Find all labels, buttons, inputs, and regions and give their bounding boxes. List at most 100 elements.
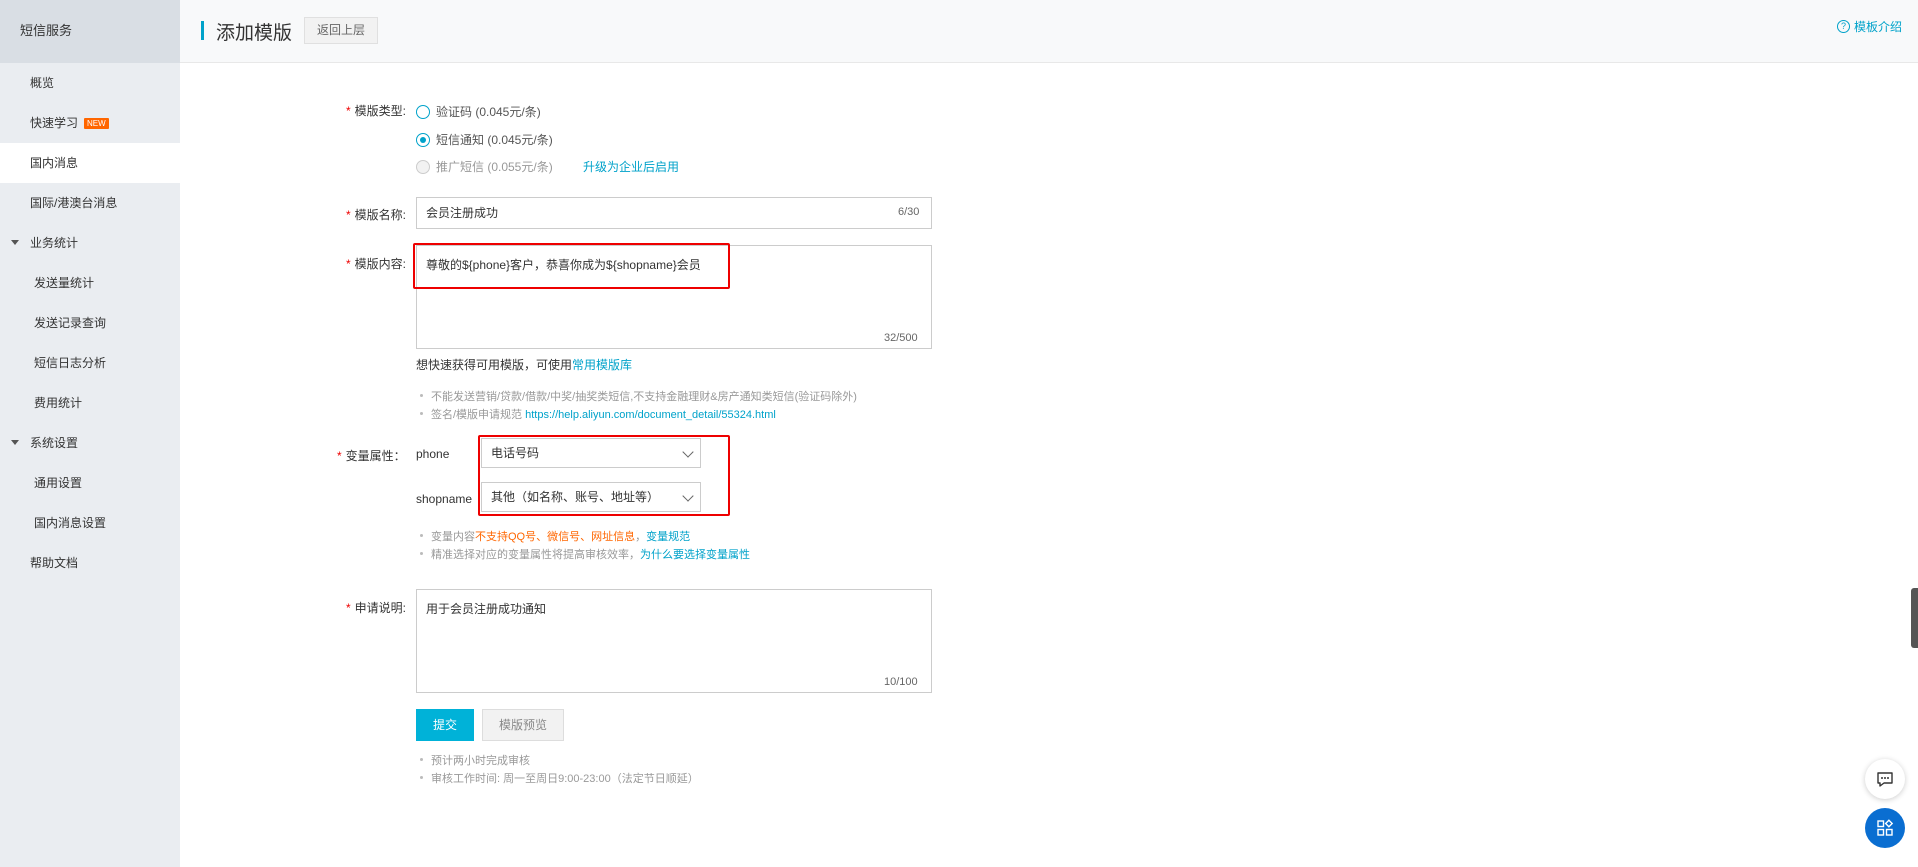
template-content-counter: 32/500 — [884, 332, 918, 344]
sidebar-item-domestic-messages[interactable]: 国内消息 — [0, 143, 180, 183]
template-intro-link[interactable]: ? 模板介绍 — [1836, 18, 1902, 35]
chat-button[interactable] — [1865, 759, 1905, 799]
sidebar-item-cost-stats[interactable]: 费用统计 — [0, 383, 180, 423]
application-description-label-text: 申请说明: — [354, 601, 407, 615]
variable-attributes-label: * 变量属性： — [337, 447, 406, 464]
template-type-label-text: 模版类型: — [354, 104, 407, 118]
sidebar-item-label: 国内消息 — [30, 156, 79, 170]
application-description-counter: 10/100 — [884, 676, 918, 688]
variable-warning-text: 不支持QQ号、微信号、网址信息 — [475, 531, 636, 543]
why-variable-attributes-link[interactable]: 为什么要选择变量属性 — [640, 549, 750, 561]
footer-tip-1: 预计两小时完成审核 — [420, 752, 530, 768]
template-content-value: 尊敬的${phone}客户，恭喜你成为${shopname}会员 — [426, 258, 701, 272]
caret-down-icon — [11, 440, 19, 445]
sidebar-item-label: 发送记录查询 — [34, 316, 107, 330]
variable-type-select-phone[interactable]: 电话号码 — [481, 438, 701, 468]
template-library-hint: 想快速获得可用模版，可使用常用模版库 — [416, 356, 632, 373]
radio-label: 推广短信 (0.055元/条) — [436, 160, 553, 174]
upgrade-enterprise-link[interactable]: 升级为企业后启用 — [583, 158, 679, 175]
variable-tip-1-text: 变量内容 — [431, 531, 475, 543]
page-header: 添加模版 返回上层 ? 模板介绍 — [180, 0, 1918, 63]
sidebar-item-label: 发送量统计 — [34, 276, 95, 290]
sidebar-item-general-settings[interactable]: 通用设置 — [0, 463, 180, 503]
sidebar-item-label: 国际/港澳台消息 — [30, 196, 118, 210]
template-intro-label: 模板介绍 — [1853, 20, 1902, 34]
spec-doc-link[interactable]: https://help.aliyun.com/document_detail/… — [525, 409, 776, 421]
footer-tip-2-text: 审核工作时间: 周一至周日9:00-23:00（法定节日顺延） — [431, 773, 699, 785]
template-content-label: * 模版内容: — [346, 255, 406, 272]
back-button[interactable]: 返回上层 — [304, 17, 378, 44]
sidebar-item-domestic-settings[interactable]: 国内消息设置 — [0, 503, 180, 543]
chevron-down-icon — [682, 446, 694, 458]
radio-label: 验证码 (0.045元/条) — [436, 105, 541, 119]
template-type-label: * 模版类型: — [346, 102, 406, 119]
variable-tip-1: 变量内容不支持QQ号、微信号、网址信息，变量规范 — [420, 528, 690, 544]
chevron-down-icon — [682, 490, 694, 502]
variable-name-shopname: shopname — [416, 492, 473, 506]
bullet-dot — [420, 552, 423, 555]
sidebar-item-label: 快速学习 — [30, 116, 79, 130]
sidebar-item-international-messages[interactable]: 国际/港澳台消息 — [0, 183, 180, 223]
template-name-label: * 模版名称: — [346, 206, 406, 223]
radio-label: 短信通知 (0.045元/条) — [436, 133, 553, 147]
template-name-input[interactable]: 会员注册成功 — [416, 197, 932, 229]
template-name-counter: 6/30 — [898, 206, 920, 218]
apps-grid-icon — [1877, 819, 1894, 836]
application-description-textarea[interactable]: 用于会员注册成功通知 — [416, 589, 932, 693]
radio-promotional-sms: 推广短信 (0.055元/条) — [416, 158, 553, 175]
content-tip-1-text: 不能发送营销/贷款/借款/中奖/抽奖类短信,不支持金融理财&房产通知类短信(验证… — [431, 391, 857, 403]
required-asterisk: * — [346, 601, 351, 615]
radio-verification-code[interactable]: 验证码 (0.045元/条) — [416, 103, 541, 120]
sidebar-item-label: 系统设置 — [30, 436, 79, 450]
template-preview-button[interactable]: 模版预览 — [482, 709, 564, 741]
bullet-dot — [420, 412, 423, 415]
footer-tip-2: 审核工作时间: 周一至周日9:00-23:00（法定节日顺延） — [420, 770, 699, 786]
sidebar-group-business-stats[interactable]: 业务统计 — [0, 223, 180, 263]
sidebar-item-label: 通用设置 — [34, 476, 83, 490]
bullet-dot — [420, 534, 423, 537]
sidebar-item-label: 帮助文档 — [30, 556, 79, 570]
title-accent-bar — [201, 21, 204, 40]
side-panel-handle[interactable] — [1911, 588, 1918, 648]
variable-tip-2: 精准选择对应的变量属性将提高审核效率，为什么要选择变量属性 — [420, 546, 750, 562]
template-name-label-text: 模版名称: — [354, 208, 407, 222]
select-value: 电话号码 — [491, 446, 540, 460]
template-content-label-text: 模版内容: — [354, 257, 407, 271]
sidebar-item-send-records[interactable]: 发送记录查询 — [0, 303, 180, 343]
footer-tip-1-text: 预计两小时完成审核 — [431, 755, 530, 767]
page-title: 添加模版 — [216, 23, 293, 44]
required-asterisk: * — [346, 104, 351, 118]
apps-button[interactable] — [1865, 808, 1905, 848]
variable-spec-link[interactable]: 变量规范 — [646, 531, 690, 543]
content-tip-2: 签名/模版申请规范 https://help.aliyun.com/docume… — [420, 406, 776, 422]
sidebar-item-help-docs[interactable]: 帮助文档 — [0, 543, 180, 583]
new-badge: NEW — [84, 118, 109, 129]
required-asterisk: * — [337, 449, 342, 463]
sidebar-item-label: 业务统计 — [30, 236, 79, 250]
submit-button[interactable]: 提交 — [416, 709, 474, 741]
sidebar-item-label: 概览 — [30, 76, 55, 90]
sidebar-item-quick-learn[interactable]: 快速学习 NEW — [0, 103, 180, 143]
caret-down-icon — [11, 240, 19, 245]
common-template-library-link[interactable]: 常用模版库 — [572, 358, 632, 372]
bullet-dot — [420, 394, 423, 397]
sidebar-item-label: 短信日志分析 — [34, 356, 107, 370]
content-tip-2-text: 签名/模版申请规范 — [431, 409, 523, 421]
template-content-textarea[interactable]: 尊敬的${phone}客户，恭喜你成为${shopname}会员 — [416, 245, 932, 349]
sidebar-item-log-analysis[interactable]: 短信日志分析 — [0, 343, 180, 383]
required-asterisk: * — [346, 208, 351, 222]
chat-bubble-icon — [1877, 772, 1893, 787]
template-library-hint-text: 想快速获得可用模版，可使用 — [416, 358, 573, 372]
sidebar-item-send-volume[interactable]: 发送量统计 — [0, 263, 180, 303]
template-name-value: 会员注册成功 — [426, 206, 499, 220]
sidebar-item-label: 费用统计 — [34, 396, 83, 410]
radio-circle — [416, 104, 430, 119]
radio-sms-notification[interactable]: 短信通知 (0.045元/条) — [416, 131, 553, 148]
sidebar-item-overview[interactable]: 概览 — [0, 63, 180, 103]
variable-tip-2-text: 精准选择对应的变量属性将提高审核效率， — [431, 549, 640, 561]
sidebar-group-system-settings[interactable]: 系统设置 — [0, 423, 180, 463]
radio-circle-checked — [416, 132, 430, 147]
variable-type-select-shopname[interactable]: 其他（如名称、账号、地址等） — [481, 482, 701, 512]
select-value: 其他（如名称、账号、地址等） — [491, 490, 660, 504]
variable-name-phone: phone — [416, 447, 450, 461]
